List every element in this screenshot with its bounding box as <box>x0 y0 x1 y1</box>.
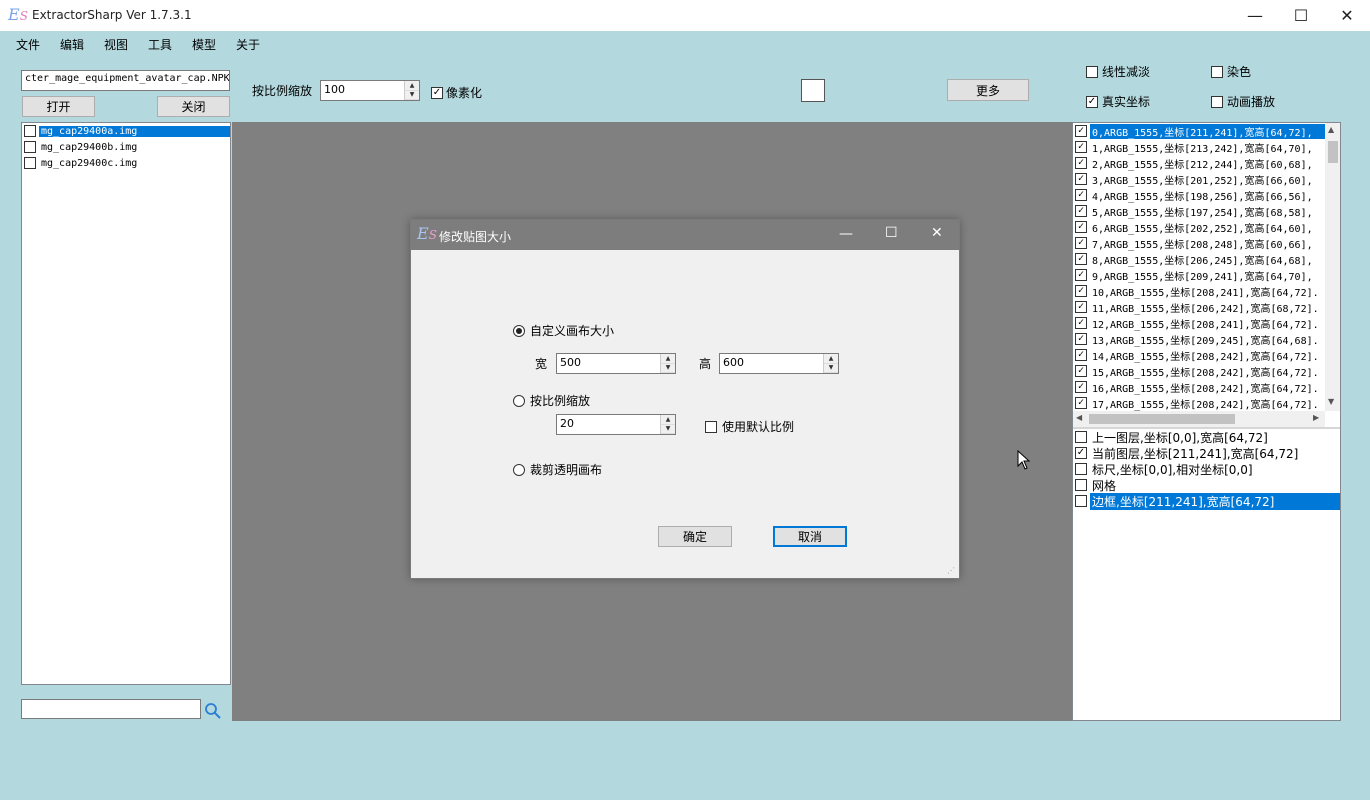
default-ratio-checkbox[interactable]: 使用默认比例 <box>705 418 794 435</box>
dialog-close-button[interactable]: ✕ <box>931 225 943 241</box>
menu-model[interactable]: 模型 <box>192 36 216 53</box>
list-item[interactable]: ✓ 5,ARGB_1555,坐标[197,254],宽高[68,58], <box>1073 203 1325 219</box>
scale-ratio-input[interactable]: 20 ▲ ▼ <box>556 414 676 435</box>
scroll-down-icon[interactable]: ▼ <box>1328 397 1334 406</box>
right-panel: ✓ 0,ARGB_1555,坐标[211,241],宽高[64,72], ✓ 1,A… <box>1072 122 1341 721</box>
animation-checkbox[interactable]: 动画播放 <box>1211 93 1275 110</box>
mouse-cursor-icon <box>1017 449 1031 473</box>
list-item[interactable]: ✓ 14,ARGB_1555,坐标[208,242],宽高[64,72]. <box>1073 347 1325 363</box>
list-item[interactable]: 标尺,坐标[0,0],相对坐标[0,0] <box>1073 461 1340 477</box>
list-item[interactable]: ✓ 1,ARGB_1555,坐标[213,242],宽高[64,70], <box>1073 139 1325 155</box>
app-title: ExtractorSharp Ver 1.7.3.1 <box>32 8 192 22</box>
pixelate-checkbox[interactable]: ✓ 像素化 <box>431 84 482 101</box>
list-item[interactable]: mg_cap29400c.img <box>22 155 230 171</box>
menu-bar: 文件 编辑 视图 工具 模型 关于 <box>0 31 1370 55</box>
list-item[interactable]: 边框,坐标[211,241],宽高[64,72] <box>1073 492 1340 510</box>
dialog-title: 修改贴图大小 <box>439 230 512 244</box>
list-item[interactable]: ✓ 9,ARGB_1555,坐标[209,241],宽高[64,70], <box>1073 267 1325 283</box>
scale-ratio-spinner[interactable]: ▲ ▼ <box>660 415 675 434</box>
list-item[interactable]: ✓ 17,ARGB_1555,坐标[208,242],宽高[64,72]. <box>1073 395 1325 411</box>
width-input[interactable]: 500 ▲ ▼ <box>556 353 676 374</box>
list-item[interactable]: ✓ 6,ARGB_1555,坐标[202,252],宽高[64,60], <box>1073 219 1325 235</box>
scale-input[interactable]: 100 ▲ ▼ <box>320 80 420 101</box>
scroll-thumb[interactable] <box>1328 141 1338 163</box>
pixelate-check-icon: ✓ <box>431 86 443 99</box>
dialog-maximize-button[interactable]: ☐ <box>885 225 898 241</box>
resize-dialog: ES 修改贴图大小 — ☐ ✕ 自定义画布大小 宽 500 ▲ ▼ 高 600 ▲… <box>410 219 960 579</box>
list-item[interactable]: 上一图层,坐标[0,0],宽高[64,72] <box>1073 429 1340 445</box>
minimize-button[interactable]: — <box>1232 0 1278 31</box>
file-checkbox[interactable] <box>24 157 36 169</box>
list-item[interactable]: ✓ 2,ARGB_1555,坐标[212,244],宽高[60,68], <box>1073 155 1325 171</box>
real-coords-checkbox[interactable]: ✓ 真实坐标 <box>1086 93 1150 110</box>
list-item[interactable]: ✓ 0,ARGB_1555,坐标[211,241],宽高[64,72], <box>1073 123 1325 139</box>
menu-view[interactable]: 视图 <box>104 36 128 53</box>
frame-list: ✓ 0,ARGB_1555,坐标[211,241],宽高[64,72], ✓ 1,A… <box>1073 123 1325 411</box>
list-item[interactable]: ✓ 16,ARGB_1555,坐标[208,242],宽高[64,72]. <box>1073 379 1325 395</box>
file-list: mg_cap29400a.img mg_cap29400b.img mg_cap… <box>21 122 231 685</box>
search-icon[interactable] <box>204 702 222 720</box>
menu-about[interactable]: 关于 <box>236 36 260 53</box>
list-item[interactable]: ✓ 12,ARGB_1555,坐标[208,241],宽高[64,72]. <box>1073 315 1325 331</box>
search-input[interactable] <box>21 699 201 719</box>
scroll-right-icon[interactable]: ▶ <box>1313 413 1319 422</box>
list-item[interactable]: 网格 <box>1073 477 1340 493</box>
scroll-up-icon[interactable]: ▲ <box>1328 125 1334 134</box>
frame-list-vscrollbar[interactable]: ▲ ▼ <box>1325 123 1340 411</box>
list-item[interactable]: ✓ 10,ARGB_1555,坐标[208,241],宽高[64,72]. <box>1073 283 1325 299</box>
file-checkbox[interactable] <box>24 125 36 137</box>
list-item[interactable]: ✓ 7,ARGB_1555,坐标[208,248],宽高[60,66], <box>1073 235 1325 251</box>
width-spinner[interactable]: ▲ ▼ <box>660 354 675 373</box>
title-bar: ES ExtractorSharp Ver 1.7.3.1 — ☐ ✕ <box>0 0 1370 31</box>
open-button[interactable]: 打开 <box>22 96 95 117</box>
list-item[interactable]: mg_cap29400b.img <box>22 139 230 155</box>
maximize-button[interactable]: ☐ <box>1278 0 1324 31</box>
list-item[interactable]: ✓ 当前图层,坐标[211,241],宽高[64,72] <box>1073 445 1340 461</box>
dialog-logo: ES <box>417 224 437 243</box>
menu-file[interactable]: 文件 <box>16 36 40 53</box>
width-label: 宽 <box>535 357 548 371</box>
file-checkbox[interactable] <box>24 141 36 153</box>
app-logo: ES <box>8 5 28 24</box>
color-swatch[interactable] <box>801 79 825 102</box>
dialog-minimize-button[interactable]: — <box>839 226 853 242</box>
scale-radio[interactable]: 按比例缩放 <box>513 392 590 409</box>
height-label: 高 <box>699 357 712 371</box>
dye-checkbox[interactable]: 染色 <box>1211 63 1251 80</box>
close-button[interactable]: ✕ <box>1324 0 1370 31</box>
cancel-button[interactable]: 取消 <box>773 526 847 547</box>
height-input[interactable]: 600 ▲ ▼ <box>719 353 839 374</box>
list-item[interactable]: ✓ 15,ARGB_1555,坐标[208,242],宽高[64,72]. <box>1073 363 1325 379</box>
list-item[interactable]: ✓ 13,ARGB_1555,坐标[209,245],宽高[64,68]. <box>1073 331 1325 347</box>
layer-list: 上一图层,坐标[0,0],宽高[64,72] ✓ 当前图层,坐标[211,241]… <box>1073 429 1340 510</box>
list-item[interactable]: ✓ 4,ARGB_1555,坐标[198,256],宽高[66,56], <box>1073 187 1325 203</box>
linear-fade-checkbox[interactable]: 线性减淡 <box>1086 63 1150 80</box>
list-item[interactable]: ✓ 3,ARGB_1555,坐标[201,252],宽高[66,60], <box>1073 171 1325 187</box>
more-button[interactable]: 更多 <box>947 79 1029 101</box>
list-item[interactable]: ✓ 11,ARGB_1555,坐标[206,242],宽高[68,72]. <box>1073 299 1325 315</box>
list-item[interactable]: mg_cap29400a.img <box>22 123 230 139</box>
height-spinner[interactable]: ▲ ▼ <box>823 354 838 373</box>
scale-label: 按比例缩放 <box>252 84 313 98</box>
close-file-button[interactable]: 关闭 <box>157 96 230 117</box>
dialog-title-bar: ES 修改贴图大小 — ☐ ✕ <box>411 220 959 250</box>
file-path-field[interactable]: cter_mage_equipment_avatar_cap.NPK <box>21 70 230 91</box>
scale-spinner[interactable]: ▲ ▼ <box>404 81 419 100</box>
hscroll-thumb[interactable] <box>1089 414 1235 424</box>
custom-canvas-radio[interactable]: 自定义画布大小 <box>513 322 614 339</box>
resize-grip-icon[interactable]: ⋰ <box>947 566 955 575</box>
menu-tools[interactable]: 工具 <box>148 36 172 53</box>
crop-transparent-radio[interactable]: 裁剪透明画布 <box>513 461 602 478</box>
scroll-left-icon[interactable]: ◀ <box>1076 413 1082 422</box>
frame-list-hscrollbar[interactable]: ◀ ▶ <box>1073 411 1325 427</box>
list-item[interactable]: ✓ 8,ARGB_1555,坐标[206,245],宽高[64,68], <box>1073 251 1325 267</box>
ok-button[interactable]: 确定 <box>658 526 732 547</box>
menu-edit[interactable]: 编辑 <box>60 36 84 53</box>
